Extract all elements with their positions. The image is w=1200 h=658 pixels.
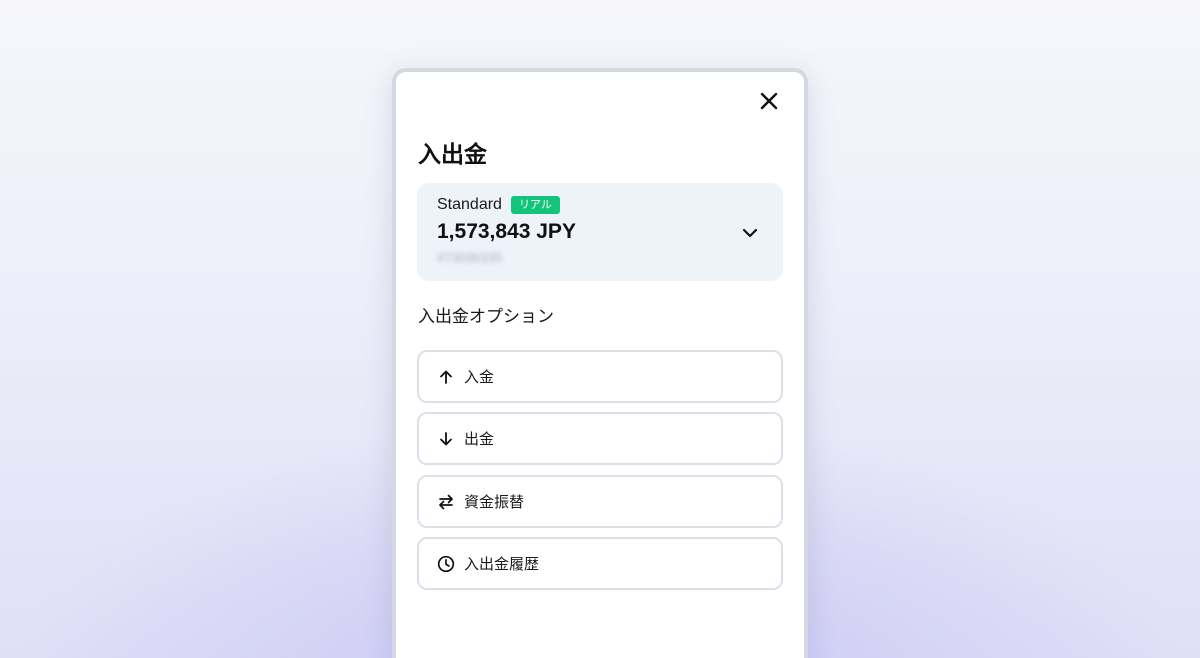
withdraw-option[interactable]: 出金 [417,412,783,465]
fund-transfer-option[interactable]: 資金振替 [417,475,783,528]
clock-icon [437,555,455,573]
close-button[interactable] [756,88,782,114]
expand-account-button[interactable] [738,221,762,245]
option-label: 出金 [464,429,495,448]
close-icon [760,92,778,110]
account-name: Standard [437,196,502,213]
account-type-badge: リアル [510,196,560,214]
deposit-option[interactable]: 入金 [417,350,783,403]
history-option[interactable]: 入出金履歴 [417,537,783,590]
transfer-arrows-icon [437,493,455,511]
account-selector[interactable]: Standard リアル 1,573,843 JPY #73036335 [417,183,783,281]
option-label: 資金振替 [464,492,525,511]
arrow-down-icon [437,430,455,448]
chevron-down-icon [742,228,758,238]
arrow-up-icon [437,368,455,386]
account-id: #73036335 [437,250,503,265]
account-header: Standard リアル [437,195,560,215]
dialog-title: 入出金 [418,142,487,168]
deposit-withdraw-dialog: 入出金 Standard リアル 1,573,843 JPY #73036335… [392,68,808,658]
account-balance: 1,573,843 JPY [437,220,576,243]
option-label: 入出金履歴 [464,554,540,573]
option-label: 入金 [464,367,495,386]
options-section-title: 入出金オプション [418,307,554,327]
